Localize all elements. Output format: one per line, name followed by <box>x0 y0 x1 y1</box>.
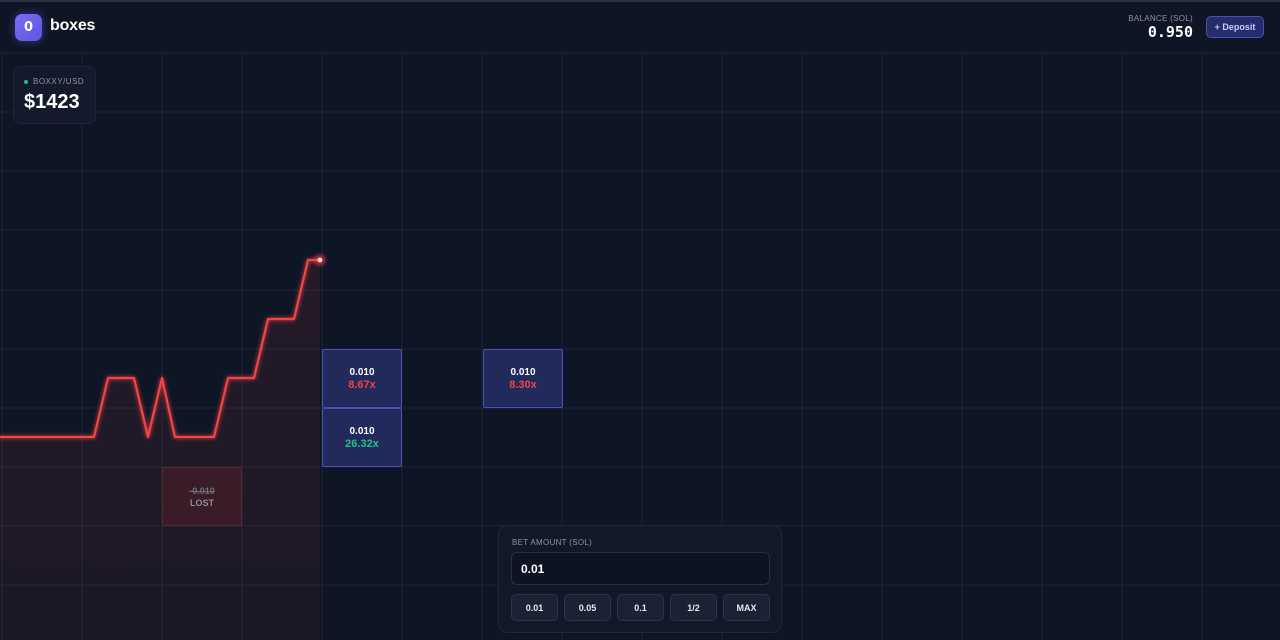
lost-amount: -0.010 <box>189 485 215 496</box>
quick-amount-row: 0.01 0.05 0.1 1/2 MAX <box>511 594 770 621</box>
bet-box-multiplier: 8.67x <box>348 378 376 391</box>
price-head-dot <box>317 257 323 263</box>
bet-box-multiplier: 26.32x <box>345 437 379 450</box>
deposit-button[interactable]: + Deposit <box>1206 16 1264 38</box>
lost-bet-box: -0.010 LOST <box>162 467 242 526</box>
live-status-dot <box>24 80 28 84</box>
bet-amount-label: BET AMOUNT (SOL) <box>512 538 593 547</box>
balance-label: BALANCE (SOL) <box>1128 14 1193 23</box>
quick-amount-button[interactable]: 0.1 <box>617 594 664 621</box>
quick-amount-button[interactable]: 0.05 <box>564 594 611 621</box>
brand-name: boxes <box>50 17 96 34</box>
ticker-price: $1423 <box>24 91 80 113</box>
max-amount-button[interactable]: MAX <box>723 594 770 621</box>
balance-value: 0.950 <box>1147 23 1193 41</box>
game-stage: 0 boxes BALANCE (SOL) 0.950 + Deposit BO… <box>0 0 1280 640</box>
box-logo-icon[interactable]: 0 <box>15 14 42 41</box>
bet-amount-input[interactable] <box>511 552 770 585</box>
logo-glyph: 0 <box>23 20 34 35</box>
bet-box[interactable]: 0.010 8.30x <box>483 349 563 408</box>
bet-box-multiplier: 8.30x <box>509 378 537 391</box>
bet-box[interactable]: 0.010 26.32x <box>322 408 402 467</box>
bet-box[interactable]: 0.010 8.67x <box>322 349 402 408</box>
bet-box-amount: 0.010 <box>510 366 536 378</box>
bet-box-amount: 0.010 <box>349 425 375 437</box>
bet-box-amount: 0.010 <box>349 366 375 378</box>
half-amount-button[interactable]: 1/2 <box>670 594 717 621</box>
price-area-fill <box>0 260 320 640</box>
lost-label: LOST <box>190 497 214 508</box>
quick-amount-button[interactable]: 0.01 <box>511 594 558 621</box>
ticker-card: BOXXY/USD $1423 <box>13 66 96 124</box>
bet-panel: BET AMOUNT (SOL) 0.01 0.05 0.1 1/2 MAX <box>498 525 782 633</box>
ticker-pair: BOXXY/USD <box>33 77 85 86</box>
